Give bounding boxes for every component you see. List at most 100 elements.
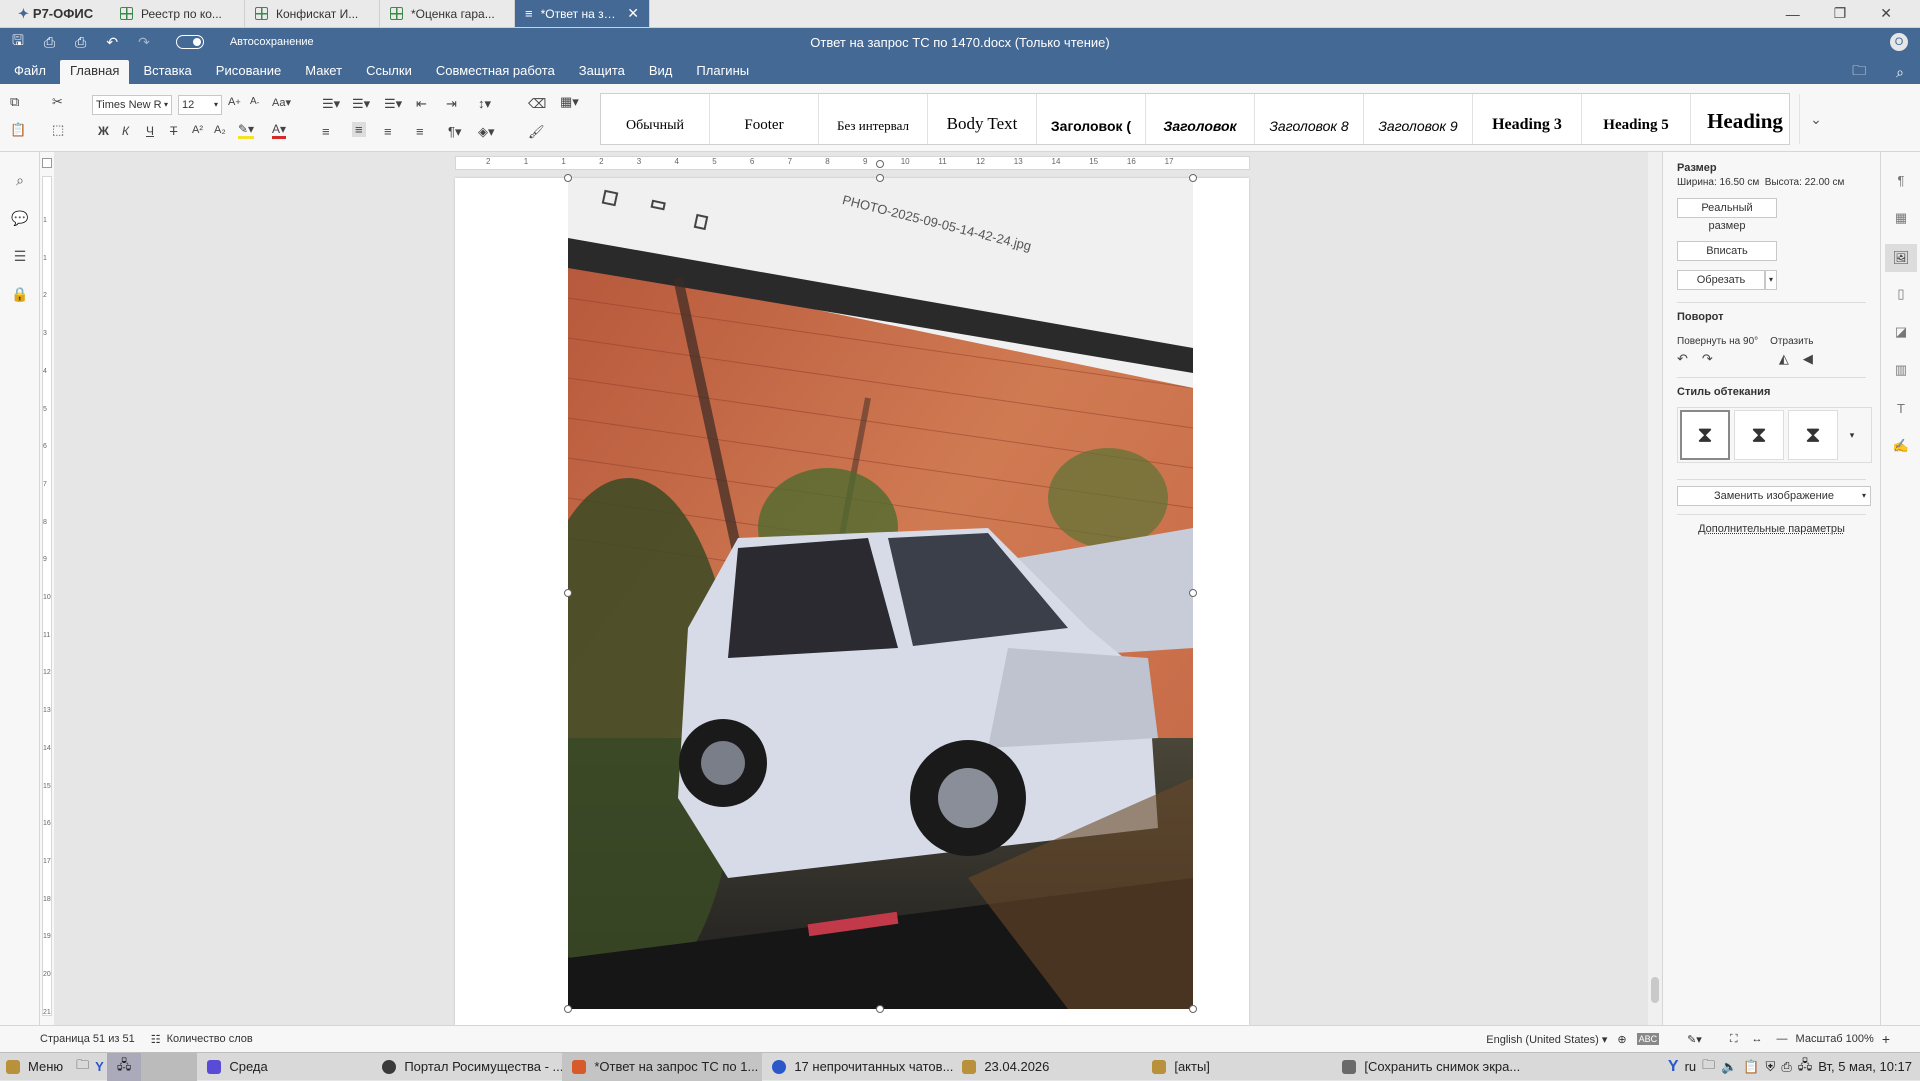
- highlight-icon[interactable]: ✎▾: [238, 122, 255, 139]
- language-select[interactable]: English (United States) ▾: [1486, 1033, 1607, 1046]
- comments-icon[interactable]: 💬: [10, 208, 30, 228]
- taskbar-item-6[interactable]: [акты]: [1142, 1053, 1332, 1081]
- workspace-button[interactable]: [141, 1052, 198, 1081]
- multilevel-list-icon[interactable]: ☰▾: [384, 96, 402, 112]
- font-family-select[interactable]: Times New R ▾: [92, 95, 172, 115]
- taskbar-item-3[interactable]: *Ответ на запрос ТС по 1...: [562, 1052, 763, 1081]
- replace-image-button[interactable]: Заменить изображение ▾: [1677, 486, 1871, 506]
- user-avatar[interactable]: О: [1890, 33, 1908, 51]
- underline-button[interactable]: Ч: [146, 124, 154, 138]
- crop-dropdown-icon[interactable]: ▾: [1765, 270, 1777, 290]
- scroll-thumb[interactable]: [1651, 977, 1659, 1003]
- subscript-icon[interactable]: A₂: [214, 124, 226, 136]
- decrease-indent-icon[interactable]: ⇤: [416, 96, 427, 112]
- color-scheme-icon[interactable]: ▦▾: [560, 94, 579, 110]
- start-menu[interactable]: Меню: [0, 1053, 73, 1081]
- rotate-handle[interactable]: [876, 160, 884, 168]
- font-color-icon[interactable]: A▾: [272, 122, 287, 139]
- resize-handle-n[interactable]: [876, 174, 884, 182]
- header-footer-icon[interactable]: ▯: [1891, 284, 1911, 304]
- taskbar-item-1[interactable]: Среда: [197, 1053, 372, 1081]
- shading-icon[interactable]: ◈▾: [478, 124, 495, 140]
- decrease-font-icon[interactable]: A-: [250, 96, 259, 107]
- security-icon[interactable]: ⛨: [1766, 1059, 1776, 1075]
- style-heading-1[interactable]: Заголовок (: [1037, 94, 1146, 144]
- superscript-icon[interactable]: A²: [192, 124, 203, 136]
- paste-icon[interactable]: 📋: [10, 122, 26, 138]
- open-location-icon[interactable]: 🗀: [1852, 60, 1866, 84]
- crop-button[interactable]: Обрезать: [1677, 270, 1765, 290]
- shape-settings-icon[interactable]: ◪: [1891, 322, 1911, 342]
- style-body-text[interactable]: Body Text: [928, 94, 1037, 144]
- resize-handle-w[interactable]: [564, 589, 572, 597]
- tab-protection[interactable]: Защита: [569, 60, 635, 84]
- increase-indent-icon[interactable]: ⇥: [446, 96, 457, 112]
- zoom-in-icon[interactable]: +: [1882, 1031, 1890, 1047]
- styles-expand-icon[interactable]: ⌄: [1800, 94, 1832, 144]
- tab-collaboration[interactable]: Совместная работа: [426, 60, 565, 84]
- rotate-left-icon[interactable]: ↶: [1677, 351, 1688, 367]
- resize-handle-nw[interactable]: [564, 174, 572, 182]
- tab-draw[interactable]: Рисование: [206, 60, 291, 84]
- taskbar-item-7[interactable]: [Сохранить снимок экра...: [1332, 1053, 1572, 1081]
- cut-icon[interactable]: ✂: [52, 94, 63, 110]
- italic-button[interactable]: К: [122, 124, 129, 138]
- taskbar-item-5[interactable]: 23.04.2026: [952, 1053, 1142, 1081]
- change-case-icon[interactable]: Aa▾: [272, 96, 291, 109]
- fit-button[interactable]: Вписать: [1677, 241, 1777, 261]
- desktop-switch-icon[interactable]: 🖧: [106, 1052, 142, 1081]
- yandex-browser-icon[interactable]: Y: [92, 1053, 107, 1081]
- style-heading-5[interactable]: Heading 5: [1582, 94, 1691, 144]
- style-heading[interactable]: Heading: [1691, 94, 1800, 144]
- real-size-button[interactable]: Реальный размер: [1677, 198, 1777, 232]
- bullets-icon[interactable]: ☰▾: [322, 96, 340, 112]
- flip-horizontal-icon[interactable]: ◭: [1779, 351, 1789, 367]
- image-settings-icon[interactable]: 🖼: [1885, 244, 1917, 272]
- rotate-right-icon[interactable]: ↷: [1702, 351, 1713, 367]
- resize-handle-sw[interactable]: [564, 1005, 572, 1013]
- search-icon[interactable]: ⌕: [1896, 64, 1904, 81]
- justify-icon[interactable]: ≡: [416, 124, 424, 139]
- taskbar-item-2[interactable]: Портал Росимущества - ...: [372, 1053, 563, 1081]
- align-left-icon[interactable]: ≡: [322, 124, 330, 139]
- close-tab-icon[interactable]: ✕: [627, 5, 639, 22]
- doc-tab-3[interactable]: *Оценка гара...: [380, 0, 515, 27]
- close-window-icon[interactable]: ✕: [1880, 5, 1892, 22]
- resize-handle-ne[interactable]: [1189, 174, 1197, 182]
- clock[interactable]: Вт, 5 мая, 10:17: [1818, 1059, 1912, 1074]
- style-normal[interactable]: Обычный: [601, 94, 710, 144]
- tab-view[interactable]: Вид: [639, 60, 683, 84]
- taskbar-item-4[interactable]: 17 непрочитанных чатов...: [762, 1053, 953, 1081]
- selected-image[interactable]: PHOTO-2025-09-05-14-42-24.jpg: [568, 178, 1193, 1009]
- style-heading-8[interactable]: Заголовок 8: [1255, 94, 1364, 144]
- navigation-icon[interactable]: ☰: [10, 246, 30, 266]
- resize-handle-se[interactable]: [1189, 1005, 1197, 1013]
- redo-icon[interactable]: ↷: [138, 34, 150, 51]
- wrap-square-icon[interactable]: ⧗: [1734, 410, 1784, 460]
- autosave-toggle[interactable]: [175, 35, 204, 49]
- network-icon[interactable]: 🖧: [1798, 1056, 1813, 1078]
- clipboard-icon[interactable]: 📋: [1743, 1059, 1759, 1075]
- chart-settings-icon[interactable]: ▥: [1891, 360, 1911, 380]
- app-logo[interactable]: ✦ Р7-ОФИС: [0, 0, 110, 27]
- word-count[interactable]: Количество слов: [167, 1033, 253, 1045]
- fit-page-icon[interactable]: ⛶: [1730, 1033, 1738, 1046]
- style-heading-3[interactable]: Heading 3: [1473, 94, 1582, 144]
- numbering-icon[interactable]: ☰▾: [352, 96, 370, 112]
- resize-handle-s[interactable]: [876, 1005, 884, 1013]
- style-no-spacing[interactable]: Без интервал: [819, 94, 928, 144]
- undo-icon[interactable]: ↶: [106, 34, 118, 51]
- align-right-icon[interactable]: ≡: [384, 124, 392, 139]
- yandex-tray-icon[interactable]: Y: [1668, 1058, 1679, 1076]
- printer-icon[interactable]: ⎙: [1781, 1059, 1791, 1075]
- tab-insert[interactable]: Вставка: [133, 60, 201, 84]
- advanced-settings-link[interactable]: Дополнительные параметры: [1677, 523, 1866, 535]
- fit-width-icon[interactable]: ↔: [1752, 1033, 1763, 1045]
- quick-print-icon[interactable]: ⎙: [75, 34, 86, 51]
- style-footer[interactable]: Footer: [710, 94, 819, 144]
- tab-home[interactable]: Главная: [59, 60, 130, 84]
- font-size-select[interactable]: 12 ▾: [178, 95, 222, 115]
- line-spacing-icon[interactable]: ↕▾: [478, 96, 491, 112]
- textart-settings-icon[interactable]: T: [1891, 398, 1911, 418]
- paragraph-settings-icon[interactable]: ¶: [1891, 170, 1911, 190]
